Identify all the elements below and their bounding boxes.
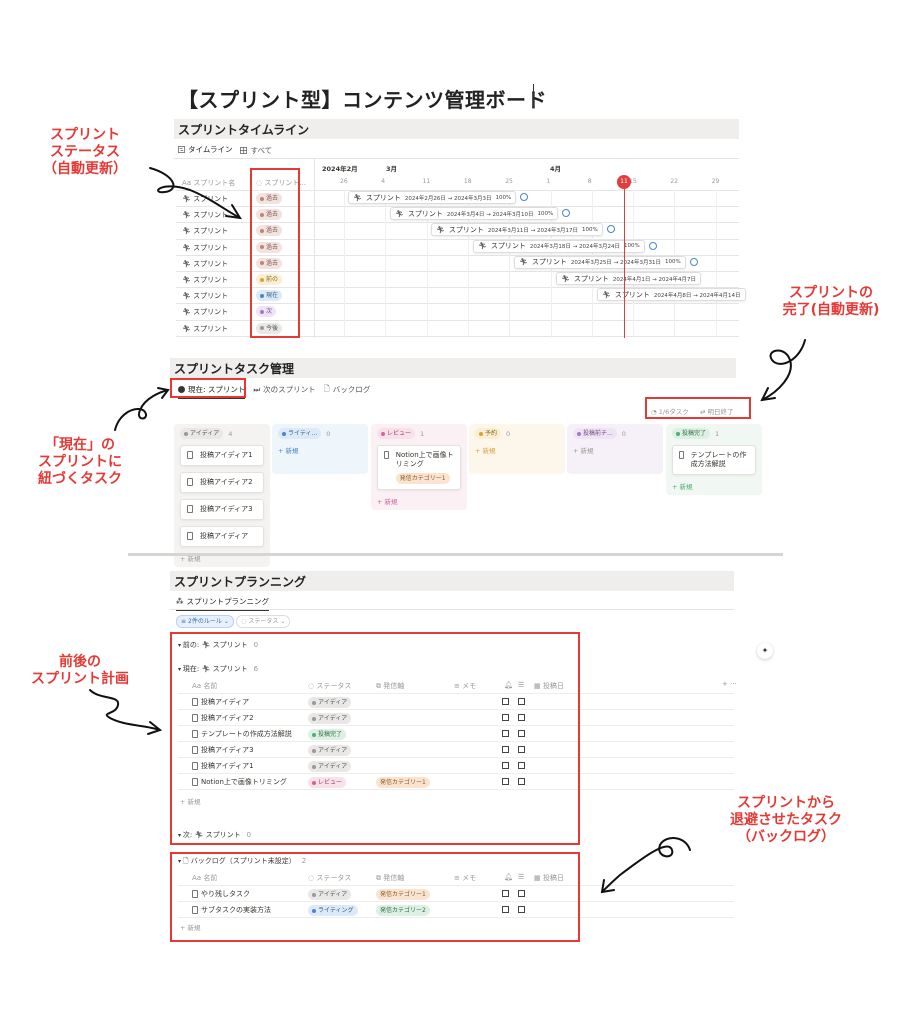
arrow-sprint-status [149, 167, 241, 219]
annotation-arrows [89, 167, 806, 894]
arrow-current-tasks [114, 389, 169, 431]
arrow-before-after [89, 689, 161, 731]
arrow-backlog [601, 837, 691, 893]
arrow-sprint-complete [761, 339, 806, 401]
